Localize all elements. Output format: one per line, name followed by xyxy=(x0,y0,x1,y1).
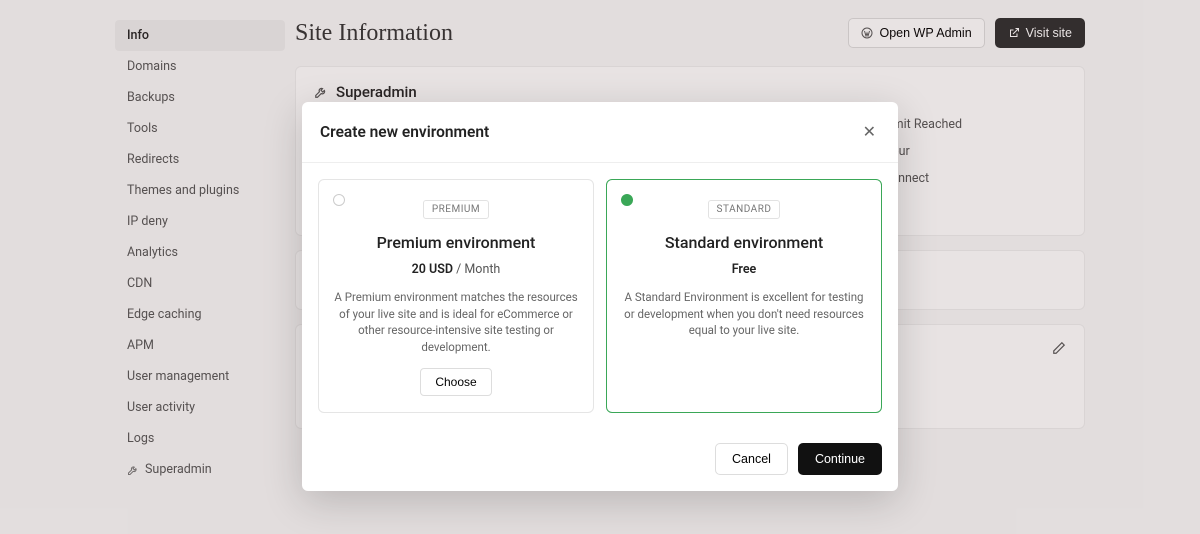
tier-badge: STANDARD xyxy=(708,200,781,219)
price-period: / Month xyxy=(456,262,500,277)
cancel-button[interactable]: Cancel xyxy=(715,443,788,475)
close-icon: ✕ xyxy=(863,122,876,142)
price-amount: 20 USD xyxy=(412,262,453,277)
tier-badge: PREMIUM xyxy=(423,200,489,219)
modal-header: Create new environment ✕ xyxy=(302,102,898,163)
price-text: Free xyxy=(732,262,757,277)
choose-button[interactable]: Choose xyxy=(420,368,491,396)
env-price: Free xyxy=(732,262,757,277)
standard-env-card[interactable]: STANDARD Standard environment Free A Sta… xyxy=(606,179,882,413)
button-label: Continue xyxy=(815,452,865,466)
modal-title: Create new environment xyxy=(320,123,489,141)
premium-env-card[interactable]: PREMIUM Premium environment 20 USD / Mon… xyxy=(318,179,594,413)
env-description: A Premium environment matches the resour… xyxy=(333,289,579,356)
create-environment-modal: Create new environment ✕ PREMIUM Premium… xyxy=(302,102,898,491)
close-button[interactable]: ✕ xyxy=(859,118,880,146)
env-name: Premium environment xyxy=(377,233,536,252)
continue-button[interactable]: Continue xyxy=(798,443,882,475)
env-price: 20 USD / Month xyxy=(412,262,501,277)
modal-body: PREMIUM Premium environment 20 USD / Mon… xyxy=(302,163,898,429)
radio-checked[interactable] xyxy=(621,194,633,206)
button-label: Choose xyxy=(435,375,476,389)
radio-unchecked[interactable] xyxy=(333,194,345,206)
modal-footer: Cancel Continue xyxy=(302,429,898,491)
modal-overlay: Create new environment ✕ PREMIUM Premium… xyxy=(0,0,1200,534)
button-label: Cancel xyxy=(732,452,771,466)
env-name: Standard environment xyxy=(665,233,823,252)
env-description: A Standard Environment is excellent for … xyxy=(621,289,867,339)
